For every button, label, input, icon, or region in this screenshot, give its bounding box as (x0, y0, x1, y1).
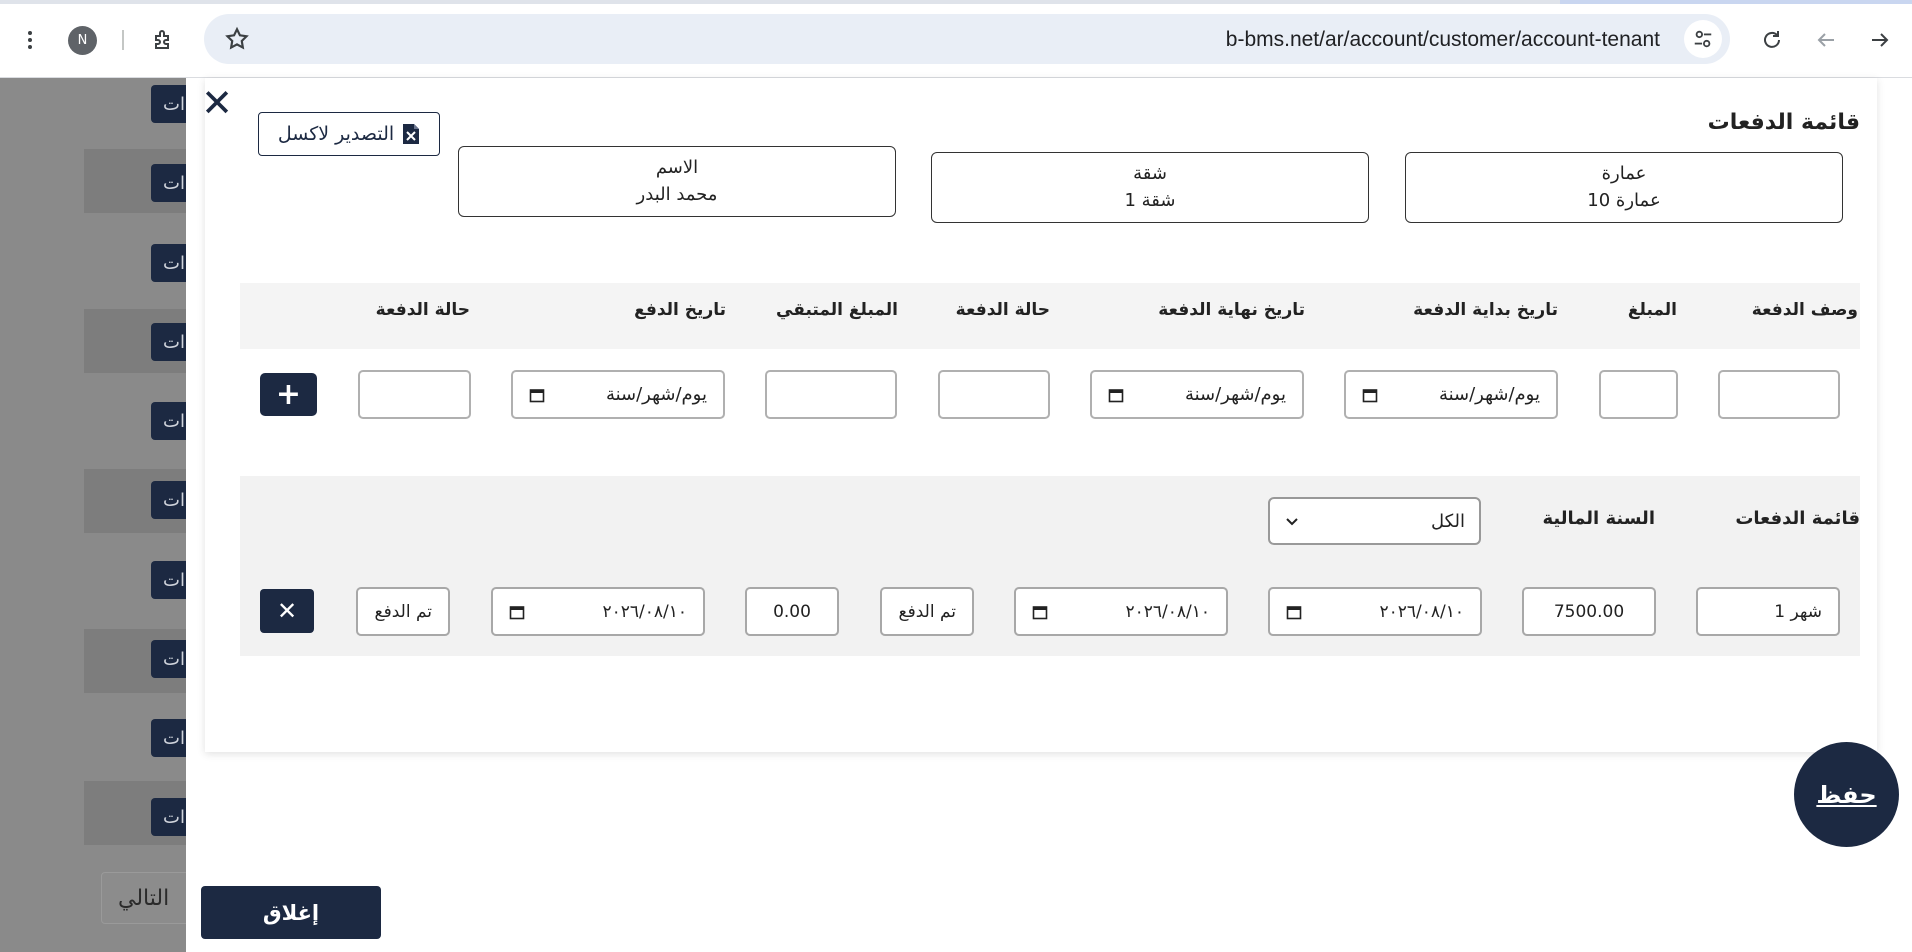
header-status: حالة الدفعة (955, 300, 1050, 320)
row-remaining: 0.00 (773, 601, 811, 622)
payments-list-title: قائمة الدفعات (1735, 508, 1860, 529)
row-start-date-field[interactable]: ٢٠٢٦/٠٨/١٠ (1268, 587, 1482, 636)
start-date-input[interactable]: يوم/شهر/سنة (1344, 370, 1558, 419)
modal-title: قائمة الدفعات (1707, 110, 1860, 135)
calendar-icon[interactable] (1286, 604, 1302, 620)
export-excel-button[interactable]: التصدير لاكسل (258, 112, 440, 156)
excel-file-icon (403, 124, 420, 144)
fiscal-year-label: السنة المالية (1542, 508, 1655, 529)
chevron-down-icon (1286, 518, 1298, 526)
fiscal-year-select[interactable]: الكل (1268, 497, 1481, 545)
row-end-date-field[interactable]: ٢٠٢٦/٠٨/١٠ (1014, 587, 1228, 636)
new-payment-header (240, 283, 1860, 349)
row-status-field[interactable]: تم الدفع (880, 587, 974, 636)
active-tab-indicator (1560, 0, 1912, 4)
row-pay-date-field[interactable]: ٢٠٢٦/٠٨/١٠ (491, 587, 705, 636)
pay-date-placeholder: يوم/شهر/سنة (605, 384, 707, 405)
calendar-icon[interactable] (1032, 604, 1048, 620)
amount-input[interactable] (1599, 370, 1678, 419)
header-start-date: تاريخ بداية الدفعة (1413, 300, 1558, 320)
calendar-icon[interactable] (529, 387, 545, 403)
row-pay-date: ٢٠٢٦/٠٨/١٠ (602, 601, 687, 622)
row-start-date: ٢٠٢٦/٠٨/١٠ (1379, 601, 1464, 622)
save-button[interactable]: حفظ (1794, 742, 1899, 847)
header-description: وصف الدفعة (1751, 300, 1858, 320)
add-payment-button[interactable]: + (260, 373, 317, 416)
tenant-name-box: الاسم محمد البدر (458, 146, 896, 217)
status-input[interactable] (938, 370, 1050, 419)
header-amount: المبلغ (1627, 300, 1677, 320)
remaining-amount-input[interactable] (765, 370, 897, 419)
header-end-date: تاريخ نهاية الدفعة (1158, 300, 1305, 320)
back-arrow-icon[interactable] (1806, 20, 1846, 60)
toolbar-divider (122, 30, 124, 50)
delete-row-button[interactable]: ✕ (260, 589, 314, 633)
row-status: تم الدفع (898, 601, 956, 622)
row-end-date: ٢٠٢٦/٠٨/١٠ (1125, 601, 1210, 622)
row-amount-field[interactable]: 7500.00 (1522, 587, 1656, 636)
building-label: عمارة (1601, 163, 1647, 184)
apartment-value: شقة 1 (1124, 190, 1176, 211)
calendar-icon[interactable] (1108, 387, 1124, 403)
apartment-label: شقة (1133, 163, 1167, 184)
row-description: شهر 1 (1774, 601, 1822, 622)
row-status-2: تم الدفع (374, 601, 432, 622)
row-status-field-2[interactable]: تم الدفع (356, 587, 450, 636)
row-description-field[interactable]: شهر 1 (1696, 587, 1840, 636)
header-remaining: المبلغ المتبقي (776, 300, 898, 320)
end-date-placeholder: يوم/شهر/سنة (1184, 384, 1286, 405)
browser-menu-icon[interactable] (10, 20, 50, 60)
apartment-info-box: شقة شقة 1 (931, 152, 1369, 223)
tenant-name-value: محمد البدر (636, 184, 718, 205)
site-settings-icon[interactable] (1684, 20, 1722, 58)
calendar-icon[interactable] (1362, 387, 1378, 403)
building-info-box: عمارة عمارة 10 (1405, 152, 1843, 223)
description-input[interactable] (1718, 370, 1840, 419)
calendar-icon[interactable] (509, 604, 525, 620)
header-status-2: حالة الدفعة (375, 300, 470, 320)
close-icon[interactable]: ✕ (200, 84, 234, 122)
bookmark-star-icon[interactable] (224, 26, 250, 56)
end-date-input[interactable]: يوم/شهر/سنة (1090, 370, 1304, 419)
profile-avatar[interactable]: N (68, 26, 97, 55)
extensions-icon[interactable] (144, 20, 184, 60)
row-remaining-field[interactable]: 0.00 (745, 587, 839, 636)
tenant-name-label: الاسم (655, 157, 699, 178)
fiscal-year-value: الكل (1430, 510, 1465, 532)
building-value: عمارة 10 (1587, 190, 1661, 211)
start-date-placeholder: يوم/شهر/سنة (1438, 384, 1540, 405)
forward-arrow-icon[interactable] (1860, 20, 1900, 60)
tab-strip (0, 0, 1912, 4)
export-label: التصدير لاكسل (277, 123, 395, 145)
reload-icon[interactable] (1752, 20, 1792, 60)
url-text: b-bms.net/ar/account/customer/account-te… (1225, 28, 1660, 51)
address-bar[interactable]: b-bms.net/ar/account/customer/account-te… (204, 14, 1730, 64)
status-input-2[interactable] (358, 370, 471, 419)
close-button[interactable]: إغلاق (201, 886, 381, 939)
header-pay-date: تاريخ الدفع (634, 300, 726, 320)
row-amount: 7500.00 (1553, 601, 1625, 622)
browser-toolbar: N b-bms.net/ar/account/customer/account-… (0, 0, 1912, 78)
pay-date-input[interactable]: يوم/شهر/سنة (511, 370, 725, 419)
